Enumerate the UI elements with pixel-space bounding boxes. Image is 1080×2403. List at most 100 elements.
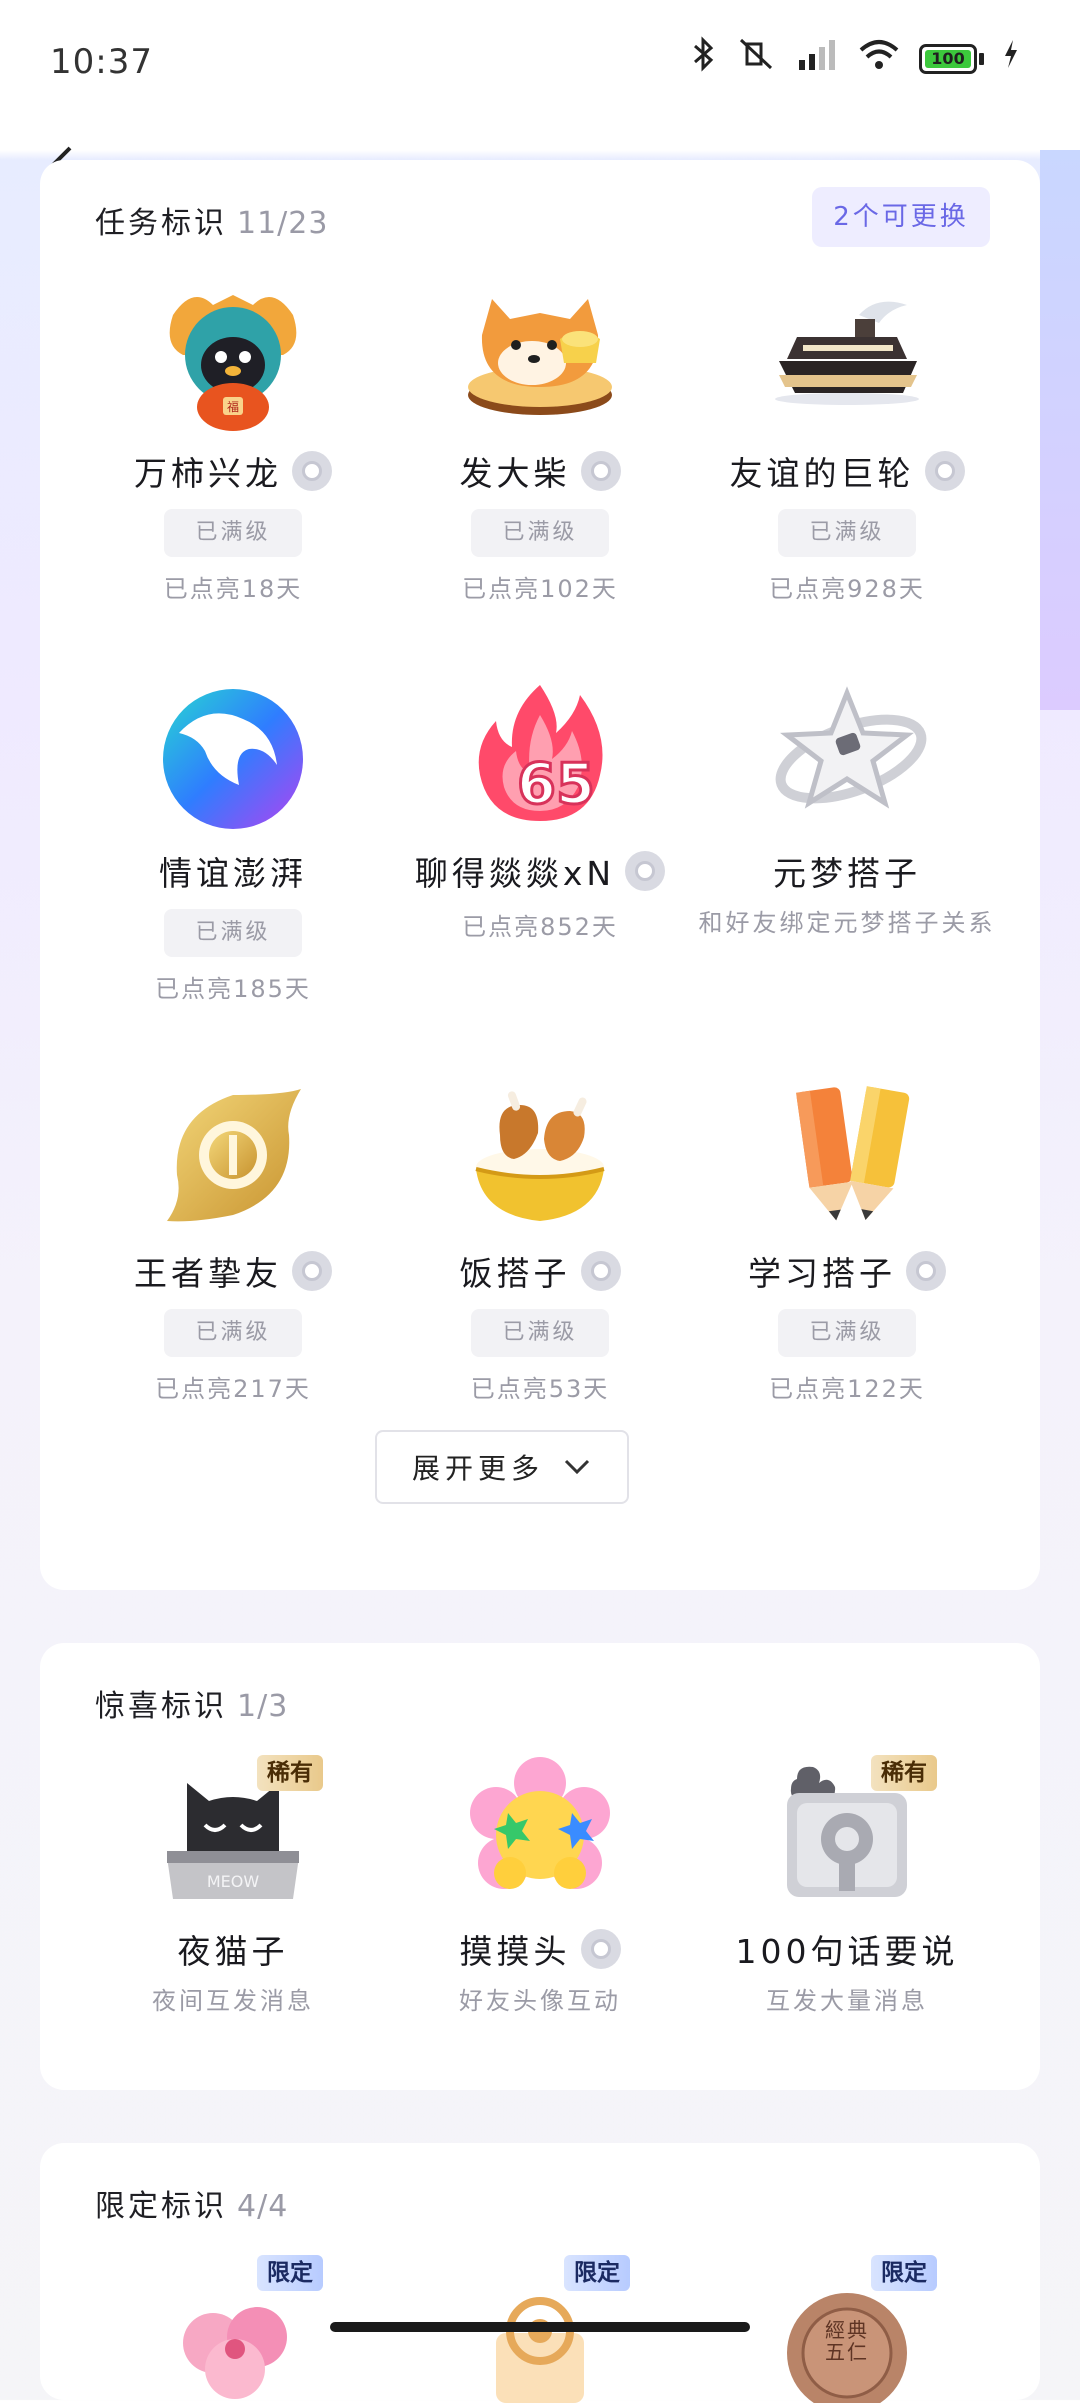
lit-days: 已点亮185天 xyxy=(155,975,311,1003)
lit-days: 已点亮217天 xyxy=(155,1375,311,1403)
limited-tag: 限定 xyxy=(257,2255,323,2291)
limited-badges-count: 4/4 xyxy=(237,2189,289,2224)
level-tag: 已满级 xyxy=(164,1309,302,1357)
task-badges-count: 11/23 xyxy=(237,206,329,241)
expand-more-label: 展开更多 xyxy=(411,1452,544,1485)
hundred-sentences-badge-icon: 稀有 xyxy=(767,1753,937,1913)
badge-item[interactable]: 友谊的巨轮 已满级 已点亮928天 xyxy=(687,275,1007,604)
badge-desc: 好友头像互动 xyxy=(459,1987,621,2015)
mute-vibrate-icon xyxy=(737,36,777,81)
badge-item[interactable]: 65 聊得燚燚xN 已点亮852天 xyxy=(380,675,700,942)
svg-text:福: 福 xyxy=(227,399,239,414)
cruise-ship-badge-icon xyxy=(767,275,927,435)
surprise-badges-card: 惊喜标识 1/3 稀有 MEOW 夜猫子 夜间互发消息 摸摸头 好友头像互动 稀… xyxy=(40,1643,1040,2090)
level-tag: 已满级 xyxy=(471,1309,609,1357)
star-badge-icon xyxy=(767,675,927,835)
lit-days: 已点亮18天 xyxy=(163,575,303,603)
wave-badge-icon xyxy=(153,675,313,835)
surprise-badges-label: 惊喜标识 xyxy=(95,1689,227,1724)
medal-icon xyxy=(906,1251,946,1291)
shiba-gold-badge-icon xyxy=(460,275,620,435)
flame-65-badge-icon: 65 xyxy=(460,675,620,835)
battery-icon: 100 xyxy=(919,43,984,74)
badge-name: 摸摸头 xyxy=(459,1932,571,1971)
badge-name: 聊得燚燚xN xyxy=(414,854,616,893)
task-badges-header: 任务标识 11/23 xyxy=(95,198,328,242)
charging-icon xyxy=(1002,36,1020,81)
surprise-badges-header: 惊喜标识 1/3 xyxy=(95,1681,288,1725)
swap-badges-button[interactable]: 2个可更换 xyxy=(812,187,990,247)
badge-item[interactable]: 发大柴 已满级 已点亮102天 xyxy=(380,275,700,604)
home-indicator[interactable] xyxy=(330,2322,750,2332)
expand-more-button[interactable]: 展开更多 xyxy=(375,1430,629,1504)
rare-tag: 稀有 xyxy=(871,1755,937,1791)
level-tag: 已满级 xyxy=(778,1309,916,1357)
badge-name: 100句话要说 xyxy=(735,1932,959,1971)
badge-name: 王者挚友 xyxy=(134,1254,282,1293)
level-tag: 已满级 xyxy=(164,509,302,557)
level-tag: 已满级 xyxy=(471,509,609,557)
badge-name: 饭搭子 xyxy=(459,1254,571,1293)
badge-item[interactable]: 稀有 MEOW 夜猫子 夜间互发消息 xyxy=(73,1753,393,2019)
badge-name: 万柿兴龙 xyxy=(134,454,282,493)
lit-days: 已点亮852天 xyxy=(462,913,618,941)
medal-icon xyxy=(292,1251,332,1291)
task-badges-card: 任务标识 11/23 2个可更换 福 万柿兴龙 已满级 已点亮18天 发大柴 已… xyxy=(40,160,1040,1590)
badge-name: 学习搭子 xyxy=(748,1254,896,1293)
badge-item[interactable]: 摸摸头 好友头像互动 xyxy=(380,1753,700,2019)
badge-item[interactable]: 稀有 100句话要说 互发大量消息 xyxy=(687,1753,1007,2019)
limited-badges-card: 限定标识 4/4 限定 限定 限定 經典五仁 xyxy=(40,2143,1040,2403)
medal-icon xyxy=(625,851,666,891)
lit-days: 已点亮102天 xyxy=(462,575,618,603)
background-accent xyxy=(1040,150,1080,710)
badge-item[interactable]: 学习搭子 已满级 已点亮122天 xyxy=(687,1075,1007,1404)
mooncake-text: 經典五仁 xyxy=(825,2318,869,2364)
level-tag: 已满级 xyxy=(164,909,302,957)
night-cat-badge-icon: 稀有 MEOW xyxy=(153,1753,323,1913)
badge-item[interactable]: 福 万柿兴龙 已满级 已点亮18天 xyxy=(73,275,393,604)
lit-days: 已点亮928天 xyxy=(769,575,925,603)
dragon-badge-icon: 福 xyxy=(153,275,313,435)
medal-icon xyxy=(924,451,965,491)
svg-text:MEOW: MEOW xyxy=(207,1872,260,1891)
badge-name: 友谊的巨轮 xyxy=(729,454,915,493)
bluetooth-icon xyxy=(689,36,719,81)
badge-name: 发大柴 xyxy=(459,454,571,493)
badge-name: 情谊澎湃 xyxy=(159,854,307,893)
rare-tag: 稀有 xyxy=(257,1755,323,1791)
lit-days: 已点亮53天 xyxy=(470,1375,610,1403)
rice-bowl-badge-icon xyxy=(460,1075,620,1235)
pat-head-badge-icon xyxy=(460,1753,620,1913)
medal-icon xyxy=(580,1251,621,1291)
lit-days: 已点亮122天 xyxy=(769,1375,925,1403)
surprise-badges-count: 1/3 xyxy=(237,1689,289,1724)
status-time: 10:37 xyxy=(50,42,153,82)
badge-desc: 互发大量消息 xyxy=(766,1987,928,2015)
badge-item[interactable]: 王者挚友 已满级 已点亮217天 xyxy=(73,1075,393,1404)
badge-name: 夜猫子 xyxy=(177,1932,289,1971)
badge-name: 元梦搭子 xyxy=(773,854,921,893)
badge-desc: 和好友绑定元梦搭子关系 xyxy=(698,909,996,937)
medal-icon xyxy=(292,451,332,491)
svg-text:65: 65 xyxy=(517,752,595,817)
badge-item[interactable]: 元梦搭子 和好友绑定元梦搭子关系 xyxy=(687,675,1007,941)
status-bar: 10:37 100 xyxy=(0,0,1080,125)
limited-badges-label: 限定标识 xyxy=(95,2189,227,2224)
badge-item[interactable]: 情谊澎湃 已满级 已点亮185天 xyxy=(73,675,393,1004)
badge-item[interactable]: 饭搭子 已满级 已点亮53天 xyxy=(380,1075,700,1404)
task-badges-label: 任务标识 xyxy=(95,206,227,241)
status-icons: 100 xyxy=(689,36,1020,81)
limited-tag: 限定 xyxy=(871,2255,937,2291)
wifi-icon xyxy=(857,36,901,81)
king-glory-badge-icon xyxy=(153,1075,313,1235)
badge-desc: 夜间互发消息 xyxy=(152,1987,314,2015)
chevron-down-icon xyxy=(564,1459,590,1475)
battery-level: 100 xyxy=(925,49,971,68)
medal-icon xyxy=(580,1929,621,1969)
mooncake-badge-icon: 限定 經典五仁 xyxy=(767,2253,937,2403)
signal-icon xyxy=(795,36,839,81)
level-tag: 已满级 xyxy=(778,509,916,557)
flower-badge-icon: 限定 xyxy=(153,2253,323,2403)
limited-badges-header: 限定标识 4/4 xyxy=(95,2181,288,2225)
limited-tag: 限定 xyxy=(564,2255,630,2291)
